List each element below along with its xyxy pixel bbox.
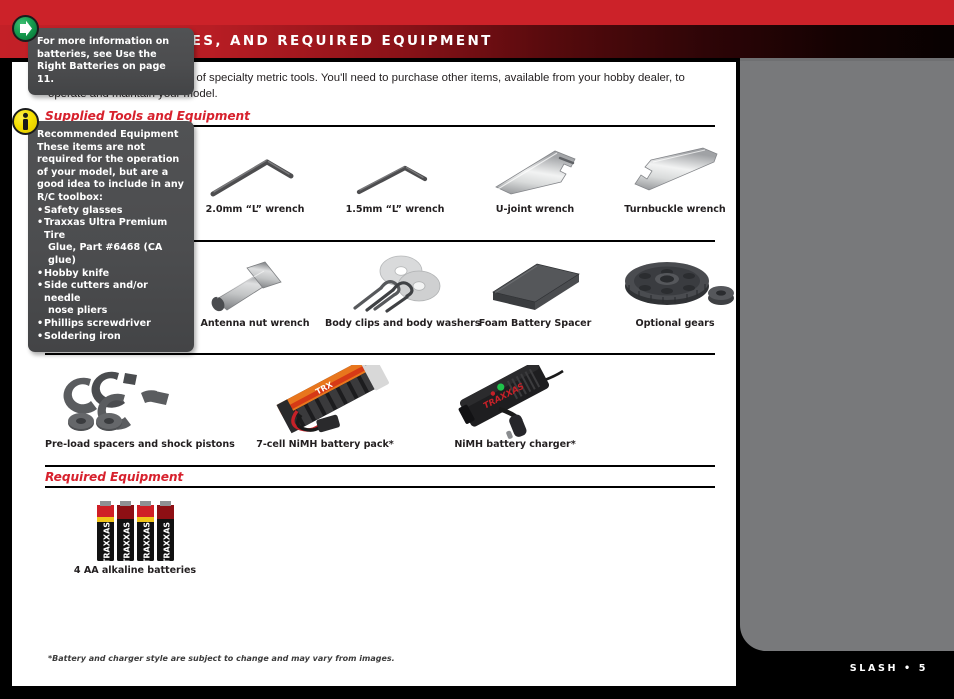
- bullet-item: Traxxas Ultra Premium Tire: [37, 217, 185, 242]
- tool-item: Optional gears: [605, 252, 745, 329]
- battery-pack-icon: TRX: [235, 352, 415, 439]
- tool-caption: U-joint wrench: [495, 204, 575, 215]
- tool-item: TRAXXAS NiMH battery charger*: [425, 361, 605, 450]
- tool-item: Turnbuckle wrench: [605, 138, 745, 215]
- preload-spacers-icon: [45, 365, 225, 439]
- svg-text:TRAXXAS: TRAXXAS: [143, 522, 152, 564]
- tool-row-4: TRAXXAS TRAXXAS TRAXXAS TRAXXAS 4 AA alk…: [45, 495, 717, 576]
- tool-caption: 1.5mm “L” wrench: [345, 204, 445, 215]
- page-number-label: SLASH • 5: [849, 663, 928, 674]
- tool-item: 2.0mm “L” wrench: [185, 138, 325, 215]
- sidebar-panel: [740, 58, 954, 651]
- green-arrow-icon: [12, 15, 39, 42]
- tool-caption: Body clips and body washers: [325, 318, 481, 329]
- aa-batteries-icon: TRAXXAS TRAXXAS TRAXXAS TRAXXAS: [45, 495, 225, 565]
- callout-batteries-note: For more information on batteries, see U…: [12, 15, 194, 96]
- tool-item: Antenna nut wrench: [185, 252, 325, 329]
- svg-text:TRAXXAS: TRAXXAS: [163, 522, 172, 564]
- callout-body: For more information on batteries, see U…: [37, 36, 170, 85]
- tool-caption: Pre-load spacers and shock pistons: [45, 439, 235, 450]
- bullet-item: Phillips screwdriver: [37, 318, 185, 331]
- bullet-item: Side cutters and/or needle: [37, 280, 185, 305]
- tool-item: TRX 7-cell NiMH battery pack*: [235, 352, 415, 450]
- header-top-strip: [0, 0, 954, 25]
- tool-caption: Antenna nut wrench: [200, 318, 310, 329]
- l-wrench-icon: [185, 138, 325, 204]
- yellow-info-icon: [12, 108, 39, 135]
- callout-title: Recommended Equipment: [37, 129, 179, 140]
- tool-caption: 7-cell NiMH battery pack*: [256, 439, 394, 450]
- tool-caption: 2.0mm “L” wrench: [205, 204, 305, 215]
- tool-caption: Optional gears: [635, 318, 715, 329]
- tool-caption: NiMH battery charger*: [454, 439, 576, 450]
- section-heading-required: Required Equipment: [45, 470, 184, 484]
- battery-charger-icon: TRAXXAS: [425, 361, 605, 439]
- row-rule: [45, 465, 715, 467]
- tool-item: Foam Battery Spacer: [465, 252, 605, 329]
- u-joint-wrench-icon: [465, 138, 605, 204]
- l-wrench-icon: [325, 138, 465, 204]
- svg-text:TRAXXAS: TRAXXAS: [123, 522, 132, 564]
- antenna-nut-wrench-icon: [185, 252, 325, 318]
- tool-caption: Turnbuckle wrench: [624, 204, 726, 215]
- footnote: *Battery and charger style are subject t…: [48, 654, 395, 663]
- tool-item: 1.5mm “L” wrench: [325, 138, 465, 215]
- svg-text:TRAXXAS: TRAXXAS: [103, 522, 112, 564]
- tool-item: Body clips and body washers: [325, 252, 481, 329]
- tool-row-3: Pre-load spacers and shock pistons TRX 7…: [45, 352, 717, 473]
- callout-body: These items are not required for the ope…: [37, 141, 184, 203]
- tool-item: Pre-load spacers and shock pistons: [45, 365, 235, 450]
- callout-recommended-equipment: Recommended Equipment These items are no…: [12, 108, 194, 353]
- turnbuckle-wrench-icon: [605, 138, 745, 204]
- callout-bullet-list: Safety glasses Traxxas Ultra Premium Tir…: [37, 205, 185, 344]
- section-rule: [45, 486, 715, 488]
- bullet-item: Hobby knife: [37, 268, 185, 281]
- row-rule: [45, 353, 715, 355]
- bullet-item: nose pliers: [48, 305, 108, 317]
- tool-item: TRAXXAS TRAXXAS TRAXXAS TRAXXAS 4 AA alk…: [45, 495, 225, 576]
- optional-gears-icon: [605, 252, 745, 318]
- body-clips-icon: [325, 252, 465, 318]
- manual-page: TOOLS, SUPPLIES, AND REQUIRED EQUIPMENT …: [0, 0, 954, 699]
- sidebar-top-strip: [740, 58, 954, 61]
- tool-caption: 4 AA alkaline batteries: [73, 565, 197, 576]
- foam-spacer-icon: [465, 252, 605, 318]
- bullet-item: Glue, Part #6468 (CA glue): [48, 242, 163, 266]
- bullet-item: Safety glasses: [37, 205, 185, 218]
- tool-caption: Foam Battery Spacer: [478, 318, 592, 329]
- tool-item: U-joint wrench: [465, 138, 605, 215]
- page-footer: SLASH • 5: [736, 651, 954, 699]
- bullet-item: Soldering iron: [37, 331, 185, 344]
